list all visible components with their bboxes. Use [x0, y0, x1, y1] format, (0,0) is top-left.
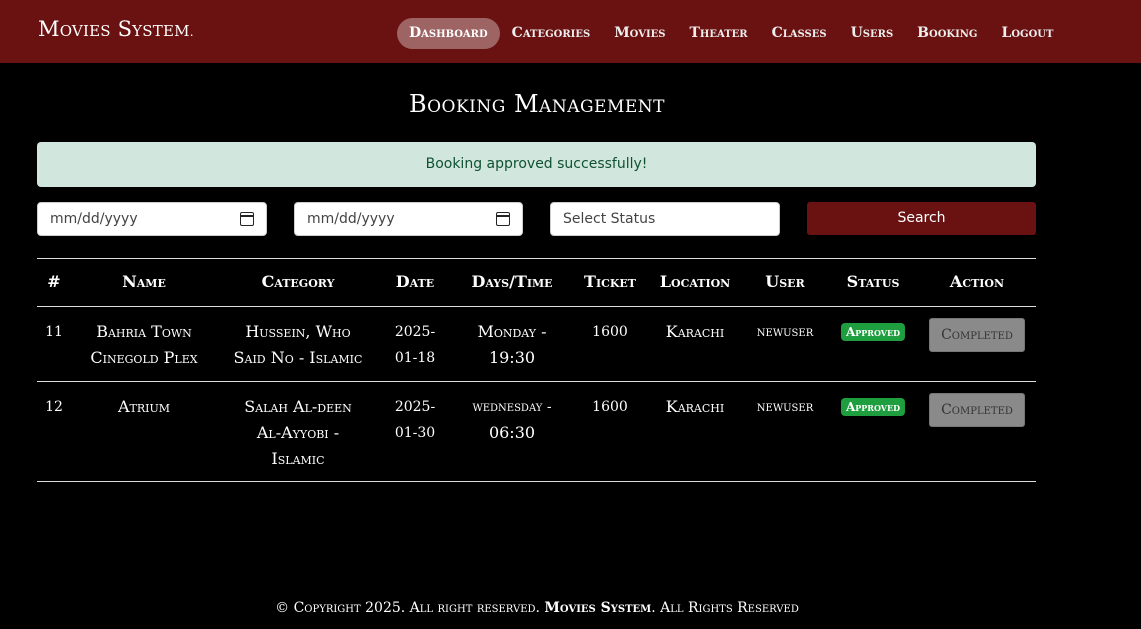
table-row: 11 Bahria Town Cinegold Plex Hussein, Wh… [37, 307, 1036, 382]
cell-date-line: 01-18 [394, 350, 436, 366]
date-to-input[interactable]: mm/dd/yyyy [294, 202, 523, 236]
cell-date: 2025- 01-18 [395, 319, 435, 371]
date-to-placeholder: mm/dd/yyyy [307, 211, 395, 227]
status-placeholder: Select Status [563, 211, 656, 227]
cell-time-line: Monday - [477, 322, 547, 341]
cell-user: newuser [756, 324, 814, 340]
header-number: # [47, 272, 61, 291]
cell-days-time: wednesday - 06:30 [472, 394, 551, 446]
cell-location: Karachi [665, 397, 725, 416]
cell-time-line: 19:30 [488, 348, 536, 367]
table-row: 12 Atrium Salah Al-deen Al-Ayyobi - Isla… [37, 382, 1036, 482]
nav-booking[interactable]: Booking [905, 18, 989, 49]
nav-users[interactable]: Users [839, 18, 906, 49]
cell-category-line: Hussein, Who [245, 322, 351, 341]
date-from-placeholder: mm/dd/yyyy [50, 211, 138, 227]
footer-brand: Movies System [544, 600, 652, 616]
header-date: Date [395, 272, 435, 291]
cell-time-line: wednesday - [472, 399, 552, 415]
header-user: User [765, 272, 805, 291]
cell-date-line: 01-30 [394, 425, 436, 441]
cell-location: Karachi [665, 322, 725, 341]
calendar-icon[interactable] [240, 212, 254, 226]
cell-id: 12 [45, 399, 63, 415]
cell-name-line: Cinegold Plex [90, 348, 198, 367]
brand-logo[interactable]: Movies System. [38, 17, 194, 41]
cell-category: Hussein, Who Said No - Islamic [234, 319, 363, 371]
main-nav: Dashboard Categories Movies Theater Clas… [397, 18, 1065, 49]
nav-classes[interactable]: Classes [760, 18, 839, 49]
cell-date-line: 2025- [394, 324, 436, 340]
cell-name-line: Bahria Town [96, 322, 192, 341]
search-button[interactable]: Search [807, 202, 1036, 235]
header-days-time: Days/Time [471, 272, 553, 291]
footer: © Copyright 2025. All right reserved. Mo… [0, 600, 1074, 616]
cell-time-line: 06:30 [488, 423, 536, 442]
cell-date: 2025- 01-30 [395, 394, 435, 446]
header-action: Action [949, 272, 1005, 291]
header-ticket: Ticket [584, 272, 636, 291]
calendar-icon[interactable] [496, 212, 510, 226]
page-title: Booking Management [408, 90, 666, 118]
cell-user: newuser [756, 399, 814, 415]
header-status: Status [846, 272, 900, 291]
cell-name: Bahria Town Cinegold Plex [90, 319, 197, 371]
nav-categories[interactable]: Categories [500, 18, 603, 49]
brand-name: Movies System [38, 17, 190, 41]
nav-logout[interactable]: Logout [989, 18, 1065, 49]
bookings-table: # Name Category Date Days/Time Ticket Lo… [37, 258, 1036, 482]
completed-button[interactable]: Completed [929, 393, 1025, 427]
header-category: Category [261, 272, 335, 291]
cell-ticket: 1600 [592, 324, 628, 340]
table-header: # Name Category Date Days/Time Ticket Lo… [37, 259, 1036, 307]
cell-ticket: 1600 [592, 399, 628, 415]
nav-movies[interactable]: Movies [602, 18, 677, 49]
cell-category-line: Islamic [271, 449, 325, 468]
cell-category-line: Said No - Islamic [233, 348, 363, 367]
success-alert: Booking approved successfully! [37, 142, 1036, 187]
navbar: Movies System. Dashboard Categories Movi… [0, 0, 1141, 63]
cell-date-line: 2025- [394, 399, 436, 415]
cell-category: Salah Al-deen Al-Ayyobi - Islamic [244, 394, 352, 472]
cell-name-line: Atrium [117, 397, 171, 416]
cell-category-line: Salah Al-deen [244, 397, 352, 416]
footer-rights: . All Rights Reserved [651, 600, 799, 616]
completed-button[interactable]: Completed [929, 318, 1025, 352]
nav-theater[interactable]: Theater [678, 18, 760, 49]
brand-dot: . [189, 25, 194, 39]
header-location: Location [659, 272, 731, 291]
cell-name: Atrium [118, 394, 170, 420]
cell-id: 11 [45, 324, 63, 340]
nav-dashboard[interactable]: Dashboard [397, 18, 500, 49]
cell-days-time: Monday - 19:30 [477, 319, 546, 371]
footer-copyright: © Copyright 2025. All right reserved. [275, 600, 545, 616]
header-name: Name [122, 272, 166, 291]
cell-category-line: Al-Ayyobi - [256, 423, 340, 442]
status-badge: Approved [840, 323, 906, 341]
status-select[interactable]: Select Status [550, 202, 780, 236]
status-badge: Approved [840, 398, 906, 416]
date-from-input[interactable]: mm/dd/yyyy [37, 202, 267, 236]
